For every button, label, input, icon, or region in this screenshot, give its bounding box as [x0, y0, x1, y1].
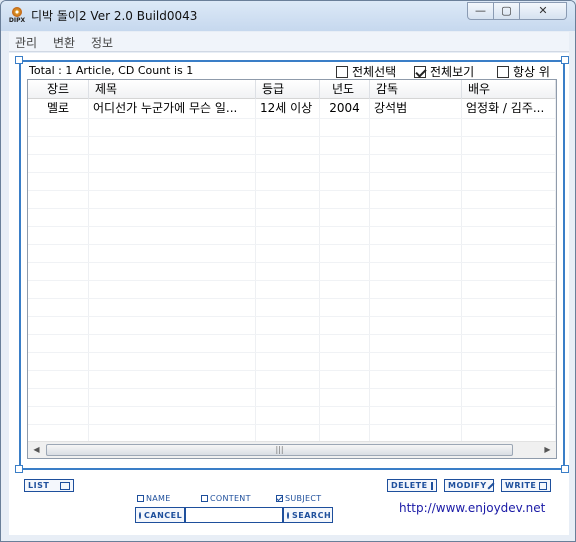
close-icon: ✕ [538, 4, 548, 17]
resize-handle-bottom-left[interactable] [15, 465, 23, 473]
list-header: 장르 제목 등급 년도 감독 배우 [28, 80, 556, 99]
scroll-right-icon[interactable]: ▶ [539, 442, 556, 458]
search-button[interactable]: SEARCH [283, 507, 333, 523]
modify-button[interactable]: MODIFY [444, 479, 495, 492]
menu-manage[interactable]: 관리 [15, 34, 37, 51]
title-bar[interactable]: DIPX 디박 돌이2 Ver 2.0 Build0043 — ▢ ✕ [1, 1, 575, 31]
search-name-label: NAME [146, 494, 171, 503]
select-all-label: 전체선택 [352, 65, 397, 79]
cancel-label: CANCEL [144, 510, 183, 520]
cell-genre: 멜로 [28, 100, 89, 118]
list-button[interactable]: LIST [24, 479, 74, 492]
column-actors[interactable]: 배우 [462, 80, 556, 99]
column-title[interactable]: 제목 [89, 80, 256, 99]
list-icon [60, 481, 70, 490]
cell-actors: 엄정화 / 김주... [462, 100, 556, 118]
column-genre[interactable]: 장르 [28, 80, 89, 99]
maximize-button[interactable]: ▢ [493, 2, 520, 20]
main-panel: Total : 1 Article, CD Count is 1 전체선택 전체… [9, 53, 569, 535]
app-window: DIPX 디박 돌이2 Ver 2.0 Build0043 — ▢ ✕ 관리 변… [0, 0, 576, 542]
menu-bar: 관리 변환 정보 [9, 32, 569, 52]
select-all-checkbox[interactable]: 전체선택 [336, 63, 396, 80]
close-button[interactable]: ✕ [519, 2, 567, 20]
search-content-box[interactable] [201, 495, 208, 502]
window-title: 디박 돌이2 Ver 2.0 Build0043 [31, 9, 198, 23]
search-input[interactable] [185, 507, 283, 523]
modify-label: MODIFY [448, 481, 487, 490]
menu-convert[interactable]: 변환 [53, 34, 75, 51]
select-all-box[interactable] [336, 65, 348, 78]
cancel-icon [139, 511, 141, 519]
always-on-top-checkbox[interactable]: 항상 위 [497, 63, 550, 80]
column-rating[interactable]: 등급 [256, 80, 320, 99]
write-button[interactable]: WRITE [501, 479, 551, 492]
column-year[interactable]: 년도 [320, 80, 370, 99]
cell-year: 2004 [320, 100, 370, 118]
cell-title: 어디선가 누군가에 무슨 일... [89, 100, 256, 118]
movie-list-view[interactable]: 장르 제목 등급 년도 감독 배우 멜로 어디선가 누군가에 무슨 일... 1… [27, 79, 557, 459]
list-label: LIST [28, 481, 50, 490]
scroll-thumb[interactable]: ||| [46, 444, 513, 456]
search-content-checkbox[interactable]: CONTENT [201, 494, 251, 503]
app-logo-icon: DIPX [8, 7, 26, 25]
show-all-label: 전체보기 [430, 65, 475, 79]
menu-info[interactable]: 정보 [91, 34, 113, 51]
write-icon [539, 481, 547, 490]
search-name-checkbox[interactable]: NAME [137, 494, 171, 503]
delete-button[interactable]: DELETE [387, 479, 437, 492]
search-subject-checkbox[interactable]: SUBJECT [276, 494, 321, 503]
always-on-top-label: 항상 위 [513, 65, 550, 79]
table-row[interactable]: 멜로 어디선가 누군가에 무슨 일... 12세 이상 2004 강석범 엄정화… [28, 100, 556, 118]
app-logo-text: DIPX [8, 17, 26, 24]
search-name-box[interactable] [137, 495, 144, 502]
scroll-left-icon[interactable]: ◀ [28, 442, 45, 458]
always-on-top-box[interactable] [497, 65, 509, 78]
cell-director: 강석범 [370, 100, 462, 118]
search-label: SEARCH [292, 510, 332, 520]
cell-rating: 12세 이상 [256, 100, 320, 118]
trash-icon [430, 481, 433, 490]
cancel-button[interactable]: CANCEL [135, 507, 185, 523]
search-content-label: CONTENT [210, 494, 251, 503]
search-subject-box[interactable] [276, 495, 283, 502]
pencil-icon [487, 481, 495, 490]
delete-label: DELETE [391, 481, 428, 490]
column-director[interactable]: 감독 [370, 80, 462, 99]
write-label: WRITE [505, 481, 537, 490]
search-subject-label: SUBJECT [285, 494, 322, 503]
maximize-icon: ▢ [501, 4, 512, 17]
total-count-text: Total : 1 Article, CD Count is 1 [29, 64, 194, 77]
show-all-box[interactable] [414, 65, 426, 78]
resize-handle-top-right[interactable] [561, 56, 569, 64]
search-icon [287, 511, 289, 519]
horizontal-scrollbar[interactable]: ◀ ||| ▶ [28, 441, 556, 458]
resize-handle-top-left[interactable] [15, 56, 23, 64]
minimize-icon: — [475, 4, 486, 17]
minimize-button[interactable]: — [467, 2, 494, 20]
homepage-link[interactable]: http://www.enjoydev.net [399, 501, 545, 515]
resize-handle-bottom-right[interactable] [561, 465, 569, 473]
show-all-checkbox[interactable]: 전체보기 [414, 63, 474, 80]
